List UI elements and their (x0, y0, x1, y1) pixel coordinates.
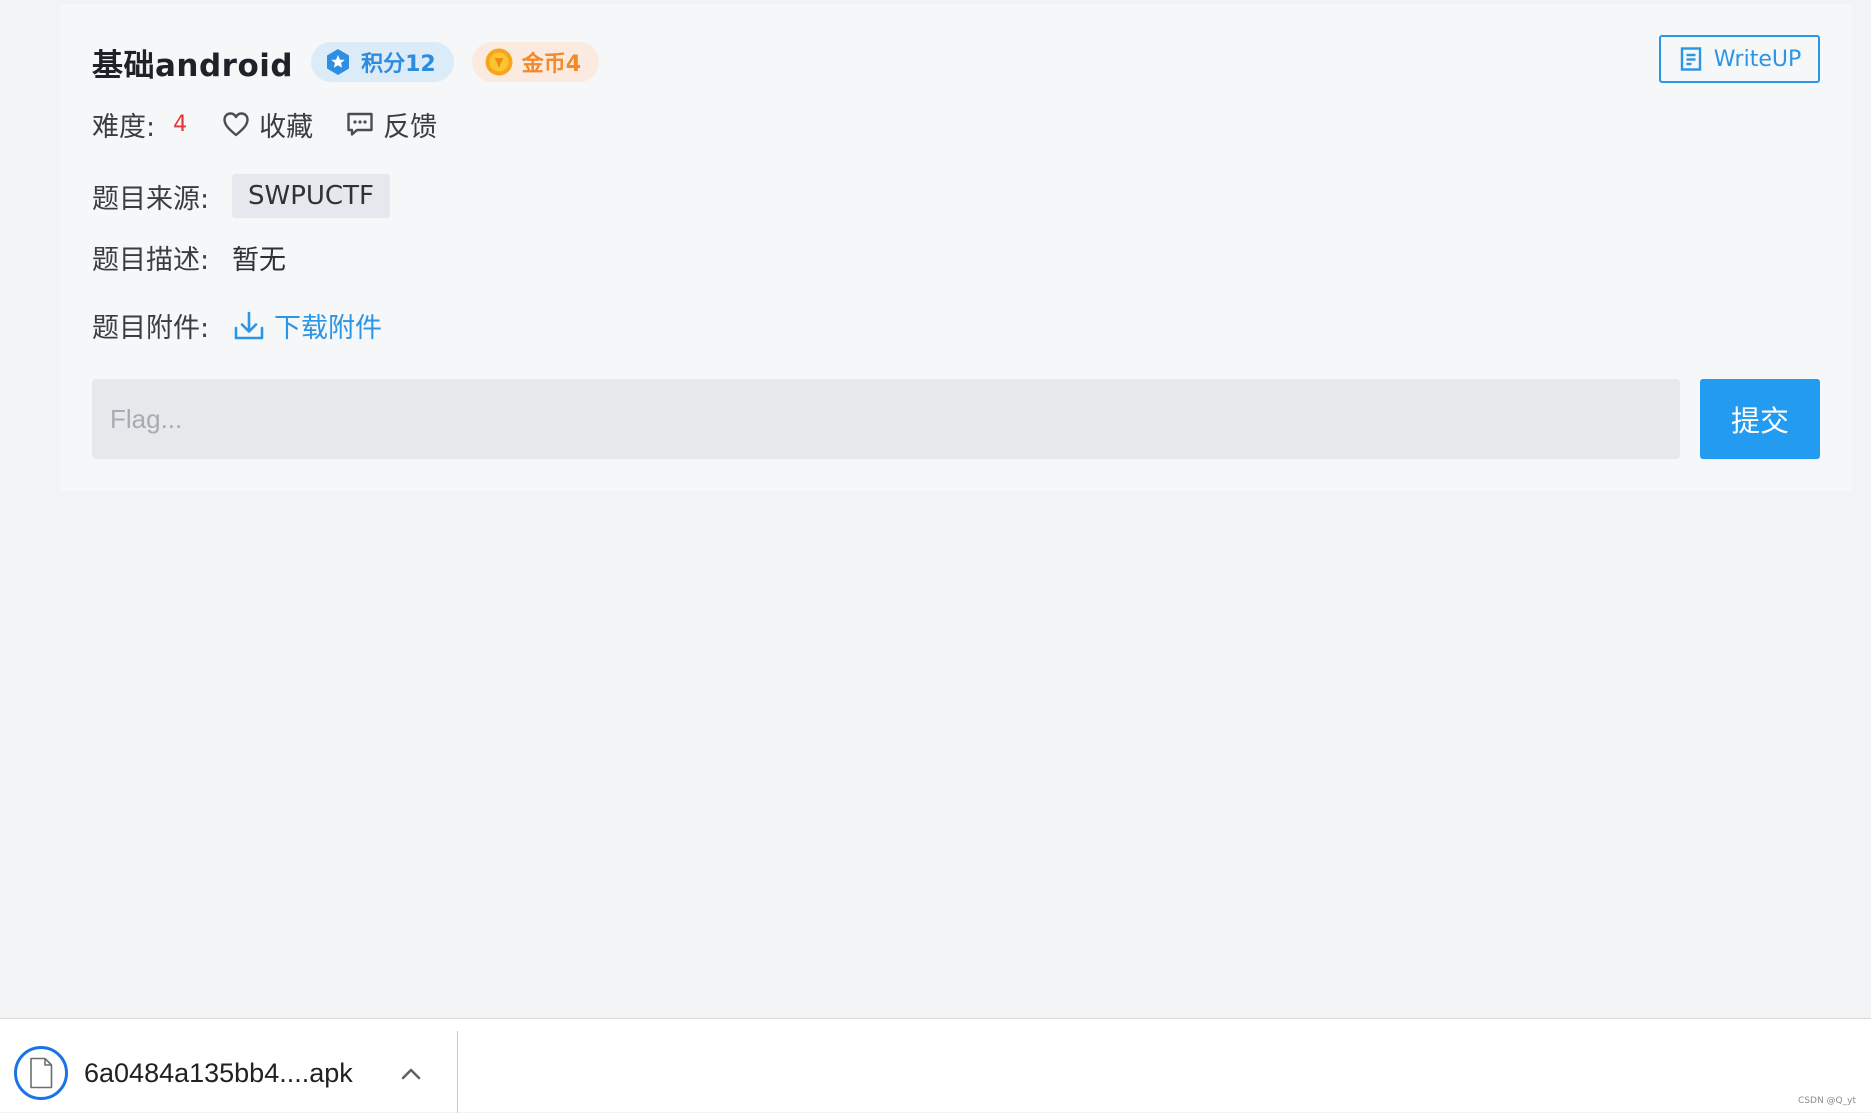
meta-row: 难度: 4 收藏 反馈 (92, 104, 469, 144)
favorite-button[interactable]: 收藏 (221, 105, 313, 144)
source-label: 题目来源: (92, 183, 210, 215)
flag-input[interactable] (92, 379, 1680, 459)
watermark: CSDN @Q_yt (1798, 1096, 1856, 1106)
writeup-label: WriteUP (1713, 46, 1802, 72)
source-row: 题目来源: SWPUCTF (92, 174, 390, 218)
score-badge: 积分12 (311, 42, 454, 82)
coin-badge: 金币4 (471, 42, 600, 82)
heart-icon (221, 109, 251, 139)
file-icon (14, 1046, 68, 1100)
download-attachment-link[interactable]: 下载附件 (232, 306, 382, 345)
coin-label: 金币4 (521, 52, 582, 77)
download-bar-divider (457, 1031, 458, 1113)
description-label: 题目描述: (92, 245, 210, 276)
challenge-title: 基础android (92, 47, 294, 84)
description-value: 暂无 (232, 245, 286, 276)
feedback-label: 反馈 (383, 111, 438, 143)
attachment-row: 题目附件: 下载附件 (92, 306, 382, 345)
coin-icon (484, 47, 514, 77)
difficulty-label: 难度: (92, 111, 156, 143)
attachment-label: 题目附件: (92, 313, 210, 344)
source-tag: SWPUCTF (232, 174, 390, 218)
chevron-up-icon[interactable] (396, 1059, 426, 1089)
download-icon (232, 309, 266, 343)
download-item[interactable]: 6a0484a135bb4....apk (14, 1045, 353, 1101)
score-label: 积分12 (361, 52, 436, 77)
description-row: 题目描述: 暂无 (92, 238, 286, 277)
title-row: 基础android 积分12 金币4 (92, 38, 600, 86)
download-attachment-label: 下载附件 (274, 313, 382, 344)
favorite-label: 收藏 (259, 111, 314, 143)
feedback-button[interactable]: 反馈 (345, 105, 437, 144)
document-icon (1678, 46, 1704, 72)
star-hexagon-icon (323, 47, 353, 77)
challenge-card: 基础android 积分12 金币4 WriteUP 难度: 4 收藏 反馈 题… (60, 4, 1852, 491)
download-bar: 6a0484a135bb4....apk CSDN @Q_yt (0, 1018, 1871, 1113)
download-file-name: 6a0484a135bb4....apk (84, 1057, 353, 1088)
submit-button[interactable]: 提交 (1700, 379, 1820, 459)
difficulty-value: 4 (173, 111, 188, 137)
writeup-button[interactable]: WriteUP (1659, 35, 1820, 83)
comment-icon (345, 109, 375, 139)
